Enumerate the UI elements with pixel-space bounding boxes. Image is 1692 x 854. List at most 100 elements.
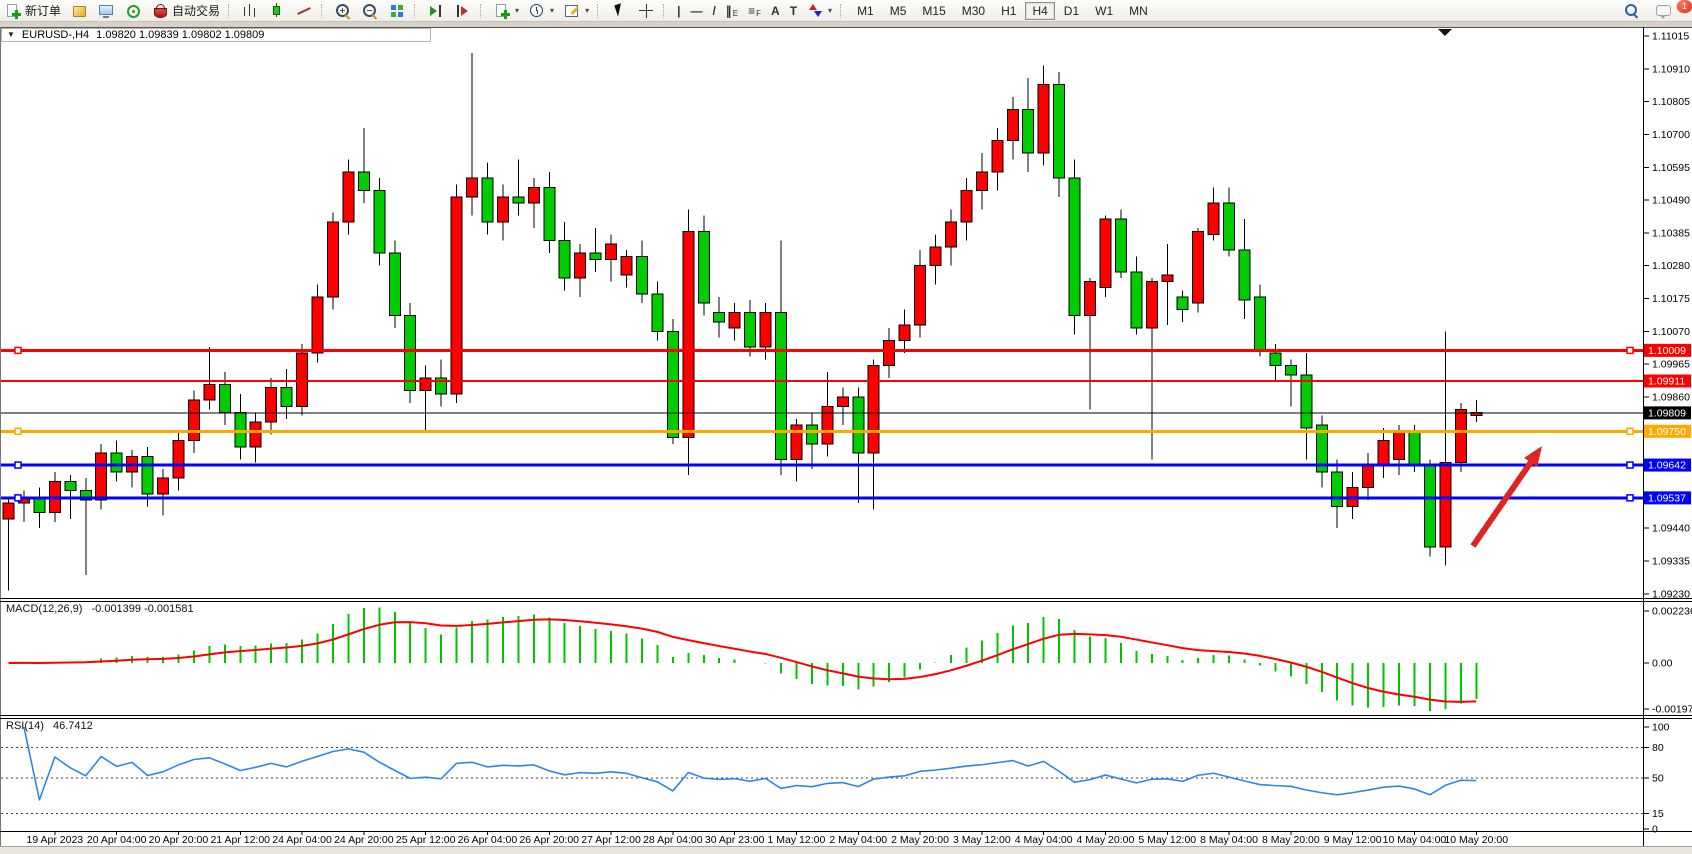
fibonacci-button[interactable]: ≡F xyxy=(744,2,765,20)
line-handle[interactable] xyxy=(15,462,21,468)
bar-chart-button[interactable] xyxy=(238,2,263,20)
candle[interactable] xyxy=(1270,353,1281,366)
tf-h1-button[interactable]: H1 xyxy=(994,2,1023,20)
candle[interactable] xyxy=(1193,231,1204,303)
label-button[interactable]: T xyxy=(786,2,801,20)
indicators-button[interactable]: ▾ xyxy=(490,2,523,20)
toolbar-grip[interactable] xyxy=(228,4,233,18)
candle[interactable] xyxy=(65,481,76,490)
candle[interactable] xyxy=(1131,272,1142,328)
tf-h4-button[interactable]: H4 xyxy=(1025,2,1054,20)
candle[interactable] xyxy=(96,453,107,500)
candle[interactable] xyxy=(1301,375,1312,428)
candle[interactable] xyxy=(358,172,369,191)
candle[interactable] xyxy=(389,253,400,316)
vertical-line-button[interactable]: | xyxy=(673,2,684,20)
candle[interactable] xyxy=(667,331,678,437)
candle[interactable] xyxy=(714,313,725,322)
autotrade-button[interactable]: 自动交易 xyxy=(148,2,224,20)
candle[interactable] xyxy=(729,313,740,329)
candle[interactable] xyxy=(1100,219,1111,288)
search-button[interactable] xyxy=(1619,2,1644,20)
candle[interactable] xyxy=(1007,109,1018,140)
navigator-button[interactable] xyxy=(121,2,146,20)
candle[interactable] xyxy=(1378,441,1389,466)
candle[interactable] xyxy=(405,316,416,391)
candle[interactable] xyxy=(235,413,246,447)
candle[interactable] xyxy=(374,191,385,254)
candle[interactable] xyxy=(745,313,756,347)
trendline-button[interactable]: / xyxy=(708,2,719,20)
horizontal-line-button[interactable]: — xyxy=(686,2,706,20)
auto-scroll-button[interactable] xyxy=(424,2,449,20)
line-handle[interactable] xyxy=(1627,462,1633,468)
templates-button[interactable]: ▾ xyxy=(560,2,593,20)
candle[interactable] xyxy=(497,197,508,222)
candle[interactable] xyxy=(621,256,632,275)
candle[interactable] xyxy=(899,325,910,341)
candle[interactable] xyxy=(575,253,586,278)
collapse-chart-icon[interactable]: ▼ xyxy=(7,29,15,41)
candle[interactable] xyxy=(1054,84,1065,178)
candle[interactable] xyxy=(683,231,694,437)
candle[interactable] xyxy=(868,366,879,454)
line-handle[interactable] xyxy=(15,495,21,501)
candle[interactable] xyxy=(297,353,308,406)
candlestick-button[interactable] xyxy=(265,2,290,20)
zoom-in-button[interactable] xyxy=(331,2,356,20)
candle[interactable] xyxy=(312,297,323,353)
candle[interactable] xyxy=(1177,297,1188,310)
new-order-button[interactable]: 新订单 xyxy=(1,2,65,20)
tf-m30-button[interactable]: M30 xyxy=(955,2,992,20)
candle[interactable] xyxy=(528,188,539,204)
candle[interactable] xyxy=(1085,281,1096,315)
line-handle[interactable] xyxy=(1627,495,1633,501)
candle[interactable] xyxy=(1115,219,1126,272)
tf-d1-button[interactable]: D1 xyxy=(1057,2,1086,20)
candle[interactable] xyxy=(636,256,647,294)
candle[interactable] xyxy=(1208,203,1219,234)
candle[interactable] xyxy=(1424,466,1435,547)
periods-button[interactable]: ▾ xyxy=(525,2,558,20)
dropdown-arrow-icon[interactable]: ▾ xyxy=(585,6,589,15)
tf-mn-button[interactable]: MN xyxy=(1122,2,1155,20)
candle[interactable] xyxy=(698,231,709,303)
time-axis[interactable]: 19 Apr 202320 Apr 04:0020 Apr 20:0021 Ap… xyxy=(27,832,1509,846)
candle[interactable] xyxy=(992,141,1003,172)
toolbar-grip[interactable] xyxy=(597,4,602,18)
candle[interactable] xyxy=(219,384,230,412)
candle[interactable] xyxy=(1409,431,1420,465)
line-handle[interactable] xyxy=(15,347,21,353)
candle[interactable] xyxy=(1455,409,1466,462)
candle[interactable] xyxy=(467,178,478,197)
candle[interactable] xyxy=(327,222,338,297)
chat-button[interactable] xyxy=(1652,2,1677,20)
candle[interactable] xyxy=(1069,178,1080,316)
candle[interactable] xyxy=(158,478,169,494)
candle[interactable] xyxy=(1146,281,1157,328)
tile-windows-button[interactable] xyxy=(385,2,410,20)
toolbar-grip[interactable] xyxy=(663,4,668,18)
candle[interactable] xyxy=(250,422,261,447)
candle[interactable] xyxy=(1332,472,1343,506)
candle[interactable] xyxy=(976,172,987,191)
candle[interactable] xyxy=(1162,275,1173,281)
market-watch-button[interactable] xyxy=(67,2,92,20)
candle[interactable] xyxy=(915,266,926,325)
candle[interactable] xyxy=(945,222,956,247)
dropdown-arrow-icon[interactable]: ▾ xyxy=(515,6,519,15)
line-chart-button[interactable] xyxy=(292,2,317,20)
crosshair-button[interactable] xyxy=(634,2,659,20)
line-handle[interactable] xyxy=(15,428,21,434)
candle[interactable] xyxy=(1363,466,1374,488)
tf-w1-button[interactable]: W1 xyxy=(1088,2,1120,20)
price-chart[interactable]: 1.110151.109101.108051.107001.105951.104… xyxy=(0,0,1692,854)
tf-m15-button[interactable]: M15 xyxy=(915,2,952,20)
candle[interactable] xyxy=(606,244,617,260)
candle[interactable] xyxy=(853,397,864,453)
arrows-button[interactable]: ▾ xyxy=(803,2,836,20)
candle[interactable] xyxy=(837,397,848,406)
line-handle[interactable] xyxy=(1627,428,1633,434)
candle[interactable] xyxy=(281,388,292,407)
candle[interactable] xyxy=(451,197,462,394)
